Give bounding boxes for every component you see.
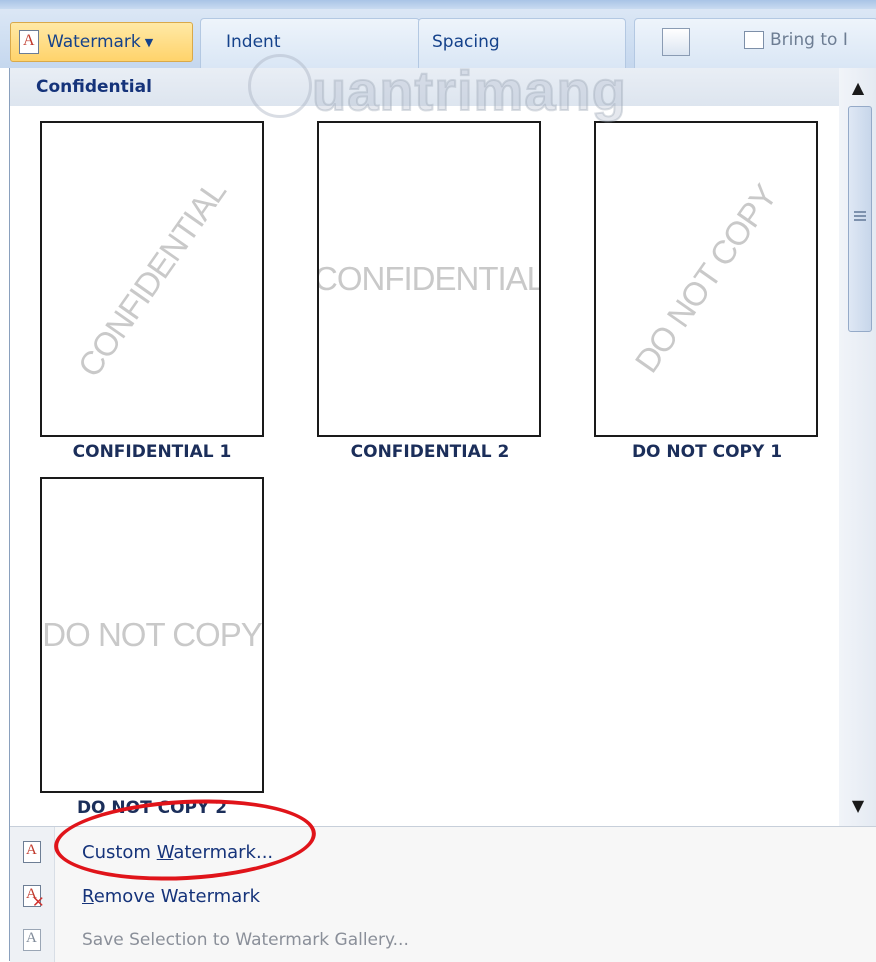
gallery-item-caption: DO NOT COPY 1 <box>631 442 783 462</box>
custom-watermark-icon: A <box>23 841 41 863</box>
watermark-preview-text: CONFIDENTIAL <box>317 260 541 297</box>
gallery-section-title: Confidential <box>36 77 152 97</box>
bring-to-front-icon <box>744 31 764 49</box>
gallery-item-do-not-copy-1[interactable]: DO NOT COPY <box>594 121 818 437</box>
watermark-preview-text: DO NOT COPY <box>627 178 784 380</box>
watermark-icon: A <box>19 30 39 54</box>
gallery-item-caption: CONFIDENTIAL 1 <box>72 442 232 462</box>
gallery-item-confidential-1[interactable]: CONFIDENTIAL <box>40 121 264 437</box>
remove-watermark-accelerator: R <box>82 885 94 907</box>
gallery-item-do-not-copy-2[interactable]: DO NOT COPY <box>40 477 264 793</box>
position-icon <box>662 28 690 56</box>
gallery-item-caption: CONFIDENTIAL 2 <box>350 442 510 462</box>
remove-watermark-icon: A ✕ <box>23 885 45 911</box>
remove-watermark-menu-item[interactable]: A ✕ Remove Watermark <box>10 875 876 917</box>
spacing-label: Spacing <box>432 32 500 52</box>
brand-watermark: uantrimang <box>311 58 627 123</box>
save-to-gallery-icon: A <box>23 929 41 951</box>
save-selection-label: Save Selection to Watermark Gallery... <box>82 930 409 950</box>
save-selection-menu-item[interactable]: A Save Selection to Watermark Gallery... <box>10 919 876 961</box>
gallery-item-confidential-2[interactable]: CONFIDENTIAL <box>317 121 541 437</box>
dropdown-arrow-icon: ▼ <box>144 35 154 49</box>
watermark-button[interactable]: A Watermark ▼ <box>10 22 193 62</box>
watermark-gallery: CONFIDENTIAL CONFIDENTIAL 1 CONFIDENTIAL… <box>10 106 839 826</box>
watermark-preview-text: CONFIDENTIAL <box>70 173 233 384</box>
bring-to-front-button[interactable]: Bring to I <box>744 30 848 50</box>
remove-watermark-label: Remove Watermark <box>82 886 260 907</box>
brand-bulb-icon <box>248 54 312 118</box>
ribbon-top-border <box>0 0 876 9</box>
scrollbar-grip-icon <box>854 211 866 221</box>
position-button[interactable] <box>662 28 690 56</box>
indent-label: Indent <box>226 32 281 52</box>
watermark-button-label: Watermark <box>47 32 141 52</box>
gallery-scrollbar[interactable]: ▲ ▼ <box>839 68 876 826</box>
bring-to-front-label: Bring to I <box>770 30 848 50</box>
scroll-down-arrow-icon[interactable]: ▼ <box>839 790 876 820</box>
scroll-up-arrow-icon[interactable]: ▲ <box>839 72 876 102</box>
scrollbar-thumb[interactable] <box>848 106 872 332</box>
watermark-preview-text: DO NOT COPY <box>42 616 262 653</box>
remove-watermark-label-suffix: emove Watermark <box>93 885 261 907</box>
